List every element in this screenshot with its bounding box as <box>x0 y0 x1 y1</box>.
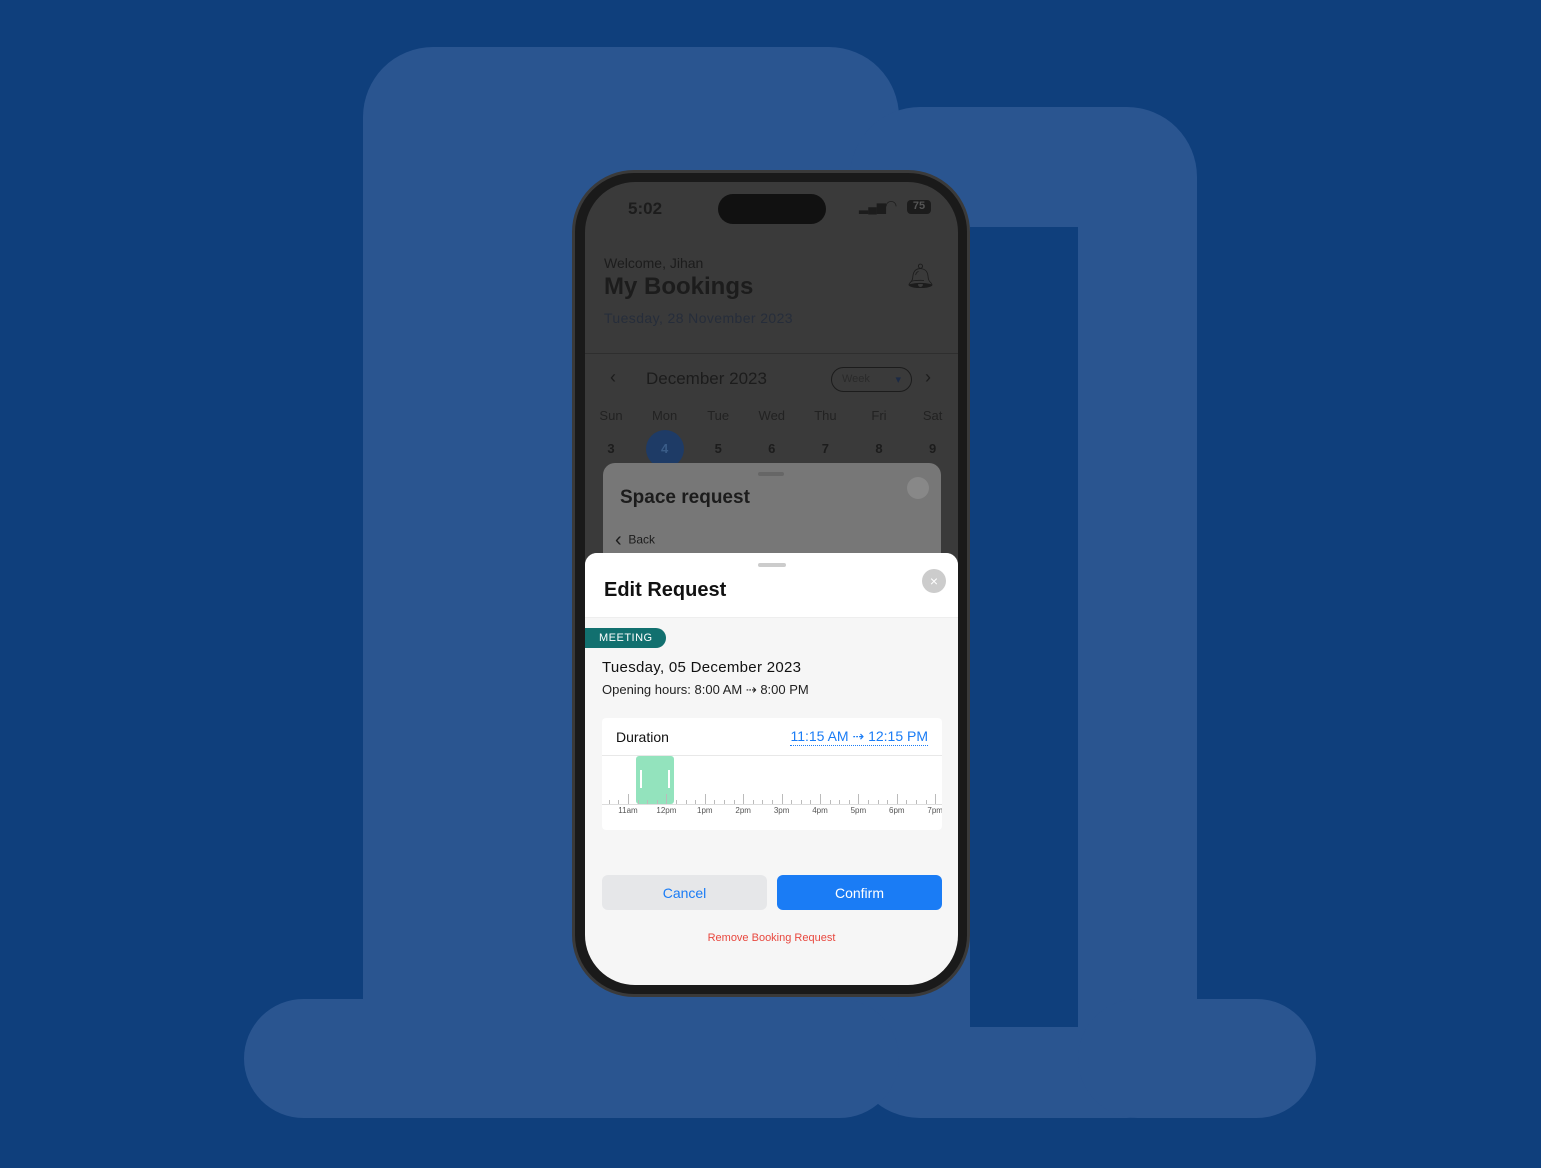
timeline-tick <box>791 800 793 804</box>
timeline-tick <box>858 794 860 804</box>
bg-shape <box>244 999 899 1118</box>
timeline-label: 11am <box>618 806 638 815</box>
week-row: Sun 3 Mon 4 Tue 5 Wed 6 Thu 7 Fri 8 Sat 9 <box>585 408 958 468</box>
timeline-axis <box>602 804 942 805</box>
back-button[interactable]: ‹ Back <box>615 529 655 552</box>
duration-card: Duration 11:15 AM ⇢ 12:15 PM 11am 12pm 1pm… <box>602 718 942 830</box>
edit-title: Edit Request <box>604 579 727 601</box>
close-button[interactable]: × <box>922 569 946 593</box>
duration-label: Duration <box>616 729 669 745</box>
timeline-tick <box>877 800 879 804</box>
battery-icon: 75 <box>907 200 931 214</box>
remove-booking-link[interactable]: Remove Booking Request <box>585 932 958 944</box>
timeline-tick <box>733 800 735 804</box>
opening-hours: Opening hours: 8:00 AM ⇢ 8:00 PM <box>602 682 809 697</box>
timeline-label: 7pm <box>927 806 942 815</box>
timeline-tick <box>666 794 668 804</box>
bg-shape <box>1078 999 1316 1118</box>
signal-icon: ▂▄▆ <box>859 200 886 214</box>
timeline-tick <box>896 794 898 804</box>
timeline-tick <box>935 794 937 804</box>
timeline[interactable]: 11am 12pm 1pm 2pm 3pm 4pm 5pm 6pm 7pm <box>602 756 942 826</box>
timeline-label: 3pm <box>773 806 790 815</box>
timeline-tick <box>752 800 754 804</box>
confirm-button[interactable]: Confirm <box>777 875 942 910</box>
dynamic-island <box>718 194 826 224</box>
timeline-tick <box>839 800 841 804</box>
page-title: My Bookings <box>604 273 754 300</box>
bg-shape <box>970 227 1078 1027</box>
timeline-tick <box>628 794 629 804</box>
timeline-tick <box>637 800 639 804</box>
status-time: 5:02 <box>628 199 663 218</box>
timeline-label: 6pm <box>889 806 905 815</box>
weekday-label: Fri <box>871 408 887 423</box>
edit-request-sheet: Edit Request × MEETING Tuesday, 05 Decem… <box>585 553 958 985</box>
timeline-tick <box>906 800 908 804</box>
timeline-tick <box>800 800 802 804</box>
month-label: December 2023 <box>646 369 767 388</box>
duration-value[interactable]: 11:15 AM ⇢ 12:15 PM <box>790 728 928 746</box>
prev-month-button[interactable]: ‹ <box>610 367 616 388</box>
booking-date: Tuesday, 05 December 2023 <box>602 659 802 676</box>
divider <box>585 353 958 354</box>
back-label: Back <box>628 532 656 547</box>
timeline-tick <box>685 800 687 804</box>
timeline-label: 12pm <box>656 806 677 815</box>
view-select-value: Week <box>842 373 870 385</box>
timeline-tick <box>647 800 649 804</box>
drag-handle-start[interactable] <box>639 770 642 788</box>
timeline-tick <box>820 794 821 804</box>
timeline-tick <box>925 800 927 804</box>
timeline-tick <box>887 800 889 804</box>
weekday-label: Mon <box>651 408 678 423</box>
weekday-label: Thu <box>814 408 837 423</box>
timeline-tick <box>810 800 812 804</box>
weekday-label: Wed <box>758 408 786 423</box>
weekday-label: Sun <box>599 408 623 423</box>
timeline-tick <box>676 800 677 804</box>
timeline-tick <box>772 800 773 804</box>
weekday-label: Sat <box>922 408 943 423</box>
timeline-tick <box>916 800 917 804</box>
current-date: Tuesday, 28 November 2023 <box>604 310 793 326</box>
wifi-icon: ◠ <box>885 197 898 213</box>
phone-screen: 5:02 ▂▄▆ ◠ 75 Welcome, Jihan My Bookings… <box>585 182 958 985</box>
close-icon[interactable] <box>907 477 929 499</box>
timeline-label: 1pm <box>697 806 713 815</box>
timeline-tick <box>608 800 610 804</box>
timeline-tick <box>656 800 658 804</box>
time-selection[interactable] <box>635 756 674 804</box>
timeline-tick <box>724 800 725 804</box>
timeline-tick <box>829 800 831 804</box>
timeline-tick <box>781 794 783 804</box>
timeline-tick <box>695 800 697 804</box>
chevron-left-icon: ‹ <box>615 529 622 551</box>
view-select[interactable]: Week ▾ <box>831 367 912 392</box>
timeline-tick <box>618 800 620 804</box>
cancel-button[interactable]: Cancel <box>602 875 767 910</box>
drag-handle[interactable] <box>758 563 786 567</box>
timeline-tick <box>743 794 745 804</box>
timeline-label: 5pm <box>850 806 867 815</box>
chevron-down-icon: ▾ <box>895 374 901 386</box>
drag-handle-end[interactable] <box>667 770 670 788</box>
timeline-tick <box>848 800 850 804</box>
weekday-label: Tue <box>707 408 730 423</box>
bell-icon[interactable]: 🔔︎ <box>905 262 935 291</box>
space-request-title: Space request <box>620 487 750 508</box>
drag-handle <box>758 472 784 476</box>
welcome-text: Welcome, Jihan <box>604 255 704 271</box>
timeline-tick <box>868 800 869 804</box>
meeting-badge: MEETING <box>585 628 666 648</box>
timeline-label: 4pm <box>812 806 828 815</box>
timeline-tick <box>704 794 706 804</box>
next-month-button[interactable]: › <box>925 367 931 388</box>
timeline-tick <box>714 800 716 804</box>
timeline-tick <box>762 800 764 804</box>
timeline-label: 2pm <box>735 806 751 815</box>
